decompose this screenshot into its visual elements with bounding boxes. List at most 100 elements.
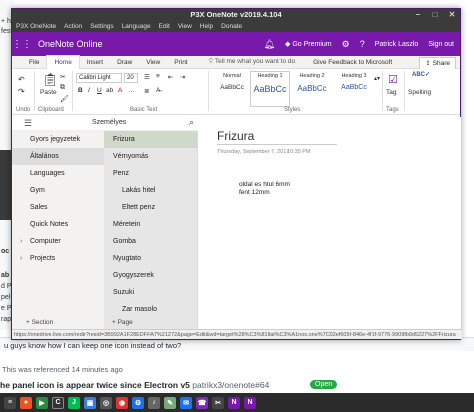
menu-item[interactable]: Action: [64, 21, 82, 32]
chrome-icon[interactable]: ◉: [116, 396, 128, 409]
menu-item[interactable]: View: [178, 21, 192, 32]
sign-out-link[interactable]: Sign out: [428, 41, 454, 48]
notebook-name[interactable]: Személyes: [92, 119, 126, 126]
redo-icon[interactable]: ↷: [18, 87, 25, 96]
music-icon[interactable]: ♪: [148, 396, 160, 409]
onenote-icon-duplicate[interactable]: N: [244, 396, 256, 409]
menu-item[interactable]: Language: [122, 21, 151, 32]
styles-scroll-icon[interactable]: ▴▾: [374, 75, 380, 82]
note-line[interactable]: fent 12mm: [239, 189, 290, 197]
note-line[interactable]: oldal es htul 6mm: [239, 181, 290, 189]
issue-repo[interactable]: patrikx3/onenote#64: [192, 380, 269, 390]
editor-icon[interactable]: ✎: [164, 396, 176, 409]
tab-draw[interactable]: Draw: [110, 56, 139, 69]
page-item[interactable]: Vérnyomás: [104, 148, 197, 165]
paste-button[interactable]: Paste: [40, 89, 57, 96]
tag-button[interactable]: Tag: [386, 89, 396, 96]
bold-icon[interactable]: B: [78, 87, 83, 94]
page-note-container[interactable]: oldal es htul 6mm fent 12mm: [239, 181, 290, 197]
style-normal[interactable]: Normal AaBbCc: [212, 71, 252, 107]
bullets-icon[interactable]: ☰: [144, 73, 150, 81]
close-icon[interactable]: ✕: [444, 9, 460, 21]
subpage-item[interactable]: Zar masolo: [104, 301, 197, 318]
issue-title[interactable]: he panel icon is appear twice since Elec…: [0, 380, 190, 390]
page-item[interactable]: Méretein: [104, 216, 197, 233]
menu-item[interactable]: Edit: [159, 21, 170, 32]
clear-format-icon[interactable]: A̶: [156, 87, 160, 94]
issue-link[interactable]: he panel icon is appear twice since Elec…: [0, 380, 269, 390]
menu-item[interactable]: Donate: [221, 21, 242, 32]
section-group-projects[interactable]: › Projects: [12, 250, 104, 267]
tab-file[interactable]: File: [22, 56, 46, 69]
tab-print[interactable]: Print: [167, 56, 194, 69]
start-icon[interactable]: ≡: [4, 396, 16, 409]
tab-view[interactable]: View: [139, 56, 167, 69]
page-item[interactable]: Gomba: [104, 233, 197, 250]
hamburger-icon[interactable]: ☰: [24, 118, 32, 129]
outdent-icon[interactable]: ⇤: [168, 73, 173, 81]
format-painter-icon[interactable]: 🖌︎: [60, 95, 69, 103]
app-launcher-icon[interactable]: ⋮⋮: [12, 32, 32, 56]
style-heading-3[interactable]: Heading 3 AaBbCc: [334, 71, 374, 107]
ide-icon[interactable]: J: [68, 396, 80, 409]
tell-me-search[interactable]: 💡︎ Tell me what you want to do: [209, 58, 295, 66]
cut-icon[interactable]: ✂: [60, 73, 66, 81]
tab-insert[interactable]: Insert: [80, 56, 110, 69]
spelling-icon[interactable]: ABC✓: [412, 71, 430, 78]
underline-icon[interactable]: U: [97, 87, 102, 94]
maximize-icon[interactable]: □: [427, 9, 443, 21]
page-item[interactable]: Gyogyszerek: [104, 267, 197, 284]
app-icon[interactable]: ◎: [100, 396, 112, 409]
settings-icon[interactable]: ⚙: [132, 396, 144, 409]
menu-item[interactable]: Settings: [90, 21, 114, 32]
menu-item[interactable]: P3X OneNote: [16, 21, 56, 32]
section-item[interactable]: Languages: [12, 165, 104, 182]
undo-icon[interactable]: ↶: [18, 75, 25, 84]
page-item[interactable]: Suzuki: [104, 284, 197, 301]
add-section-button[interactable]: + Section: [26, 319, 53, 326]
firefox-icon[interactable]: ●: [20, 396, 32, 409]
app-name[interactable]: OneNote Online: [38, 39, 103, 49]
font-size-select[interactable]: 20: [124, 73, 138, 83]
clipboard-icon[interactable]: 📋︎: [42, 72, 59, 88]
user-name[interactable]: Patrick Laszlo: [375, 41, 419, 48]
style-heading-2[interactable]: Heading 2 AaBbCc: [292, 71, 332, 107]
files-icon[interactable]: ▣: [84, 396, 96, 409]
search-icon[interactable]: ⌕: [189, 117, 194, 128]
copy-icon[interactable]: ⧉: [60, 84, 65, 92]
gear-icon[interactable]: ⚙: [342, 39, 350, 50]
indent-icon[interactable]: ⇥: [180, 73, 185, 81]
feedback-link[interactable]: Give Feedback to Microsoft: [313, 59, 392, 66]
add-page-button[interactable]: + Page: [112, 319, 133, 326]
spelling-button[interactable]: Spelling: [408, 89, 431, 96]
numbering-icon[interactable]: ≡: [156, 73, 160, 80]
subpage-item[interactable]: Eltett penz: [104, 199, 197, 216]
page-canvas[interactable]: Frizura Thursday, September 7, 2017 10:3…: [199, 117, 461, 329]
chat-icon[interactable]: ✉: [180, 396, 192, 409]
tag-icon[interactable]: ☑: [388, 73, 398, 86]
align-icon[interactable]: ≣: [144, 87, 149, 95]
menu-item[interactable]: Help: [200, 21, 213, 32]
tab-home[interactable]: Home: [46, 55, 80, 69]
terminal-icon[interactable]: ▶: [36, 396, 48, 409]
subpage-item[interactable]: Lakás hitel: [104, 182, 197, 199]
section-item[interactable]: Quick Notes: [12, 216, 104, 233]
section-item-active[interactable]: Általános: [12, 148, 104, 165]
section-item[interactable]: Sales: [12, 199, 104, 216]
italic-icon[interactable]: I: [88, 87, 90, 94]
onenote-icon[interactable]: N: [228, 396, 240, 409]
go-premium-button[interactable]: ◆ Go Premium: [285, 40, 332, 48]
viber-icon[interactable]: ☎: [196, 396, 208, 409]
page-item-active[interactable]: Frizura: [104, 131, 197, 148]
more-icon[interactable]: …: [128, 87, 135, 94]
page-item[interactable]: Penz: [104, 165, 197, 182]
page-title[interactable]: Frizura: [217, 129, 254, 143]
highlight-icon[interactable]: ab: [106, 87, 113, 94]
section-group-computer[interactable]: › Computer: [12, 233, 104, 250]
font-name-select[interactable]: Calibri Light: [76, 73, 122, 83]
clion-icon[interactable]: C: [52, 396, 64, 409]
page-item[interactable]: Nyugtato: [104, 250, 197, 267]
help-icon[interactable]: ?: [360, 39, 365, 49]
section-item[interactable]: Gym: [12, 182, 104, 199]
font-color-icon[interactable]: A: [118, 87, 122, 94]
